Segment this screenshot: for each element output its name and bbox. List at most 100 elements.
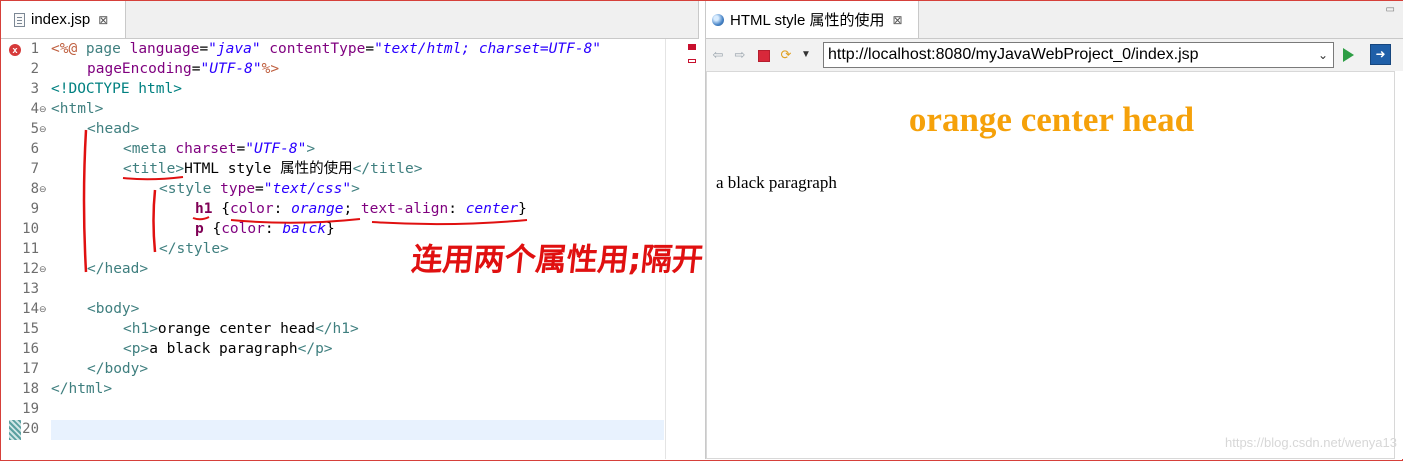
brace-close: } xyxy=(325,221,335,237)
line-number: 4 xyxy=(30,101,39,117)
css-val-orange: orange xyxy=(291,201,344,217)
attr-language: language xyxy=(129,41,200,57)
tab-label: index.jsp xyxy=(31,11,91,28)
watermark: https://blog.csdn.net/wenya13 xyxy=(1224,435,1397,450)
editor-pane: index.jsp ⊠ x 1 2 3 4 ⊖ 5 ⊖ 6 7 8 ⊖ 9 10 11 12 ⊖ 13 14 ⊖ 15… xyxy=(1,1,700,459)
tab-index-jsp[interactable]: index.jsp ⊠ xyxy=(1,1,126,38)
line-number: 8 xyxy=(30,181,39,197)
file-icon xyxy=(14,12,25,27)
code-line-18: </html> xyxy=(51,381,113,397)
line-number: 15 xyxy=(22,321,39,337)
rendered-heading: orange center head xyxy=(908,100,1195,139)
code-line-16: <p>a black paragraph</p> xyxy=(123,339,333,359)
tag-style-open: <style xyxy=(159,181,212,197)
code-line-15: <h1>orange center head</h1> xyxy=(123,319,359,339)
attr-pageencoding: pageEncoding xyxy=(87,61,192,77)
code-line-5: <head> xyxy=(87,121,140,137)
rendered-paragraph: a black paragraph xyxy=(716,173,837,192)
attr-contenttype: contentType xyxy=(269,41,366,57)
url-dropdown-icon[interactable]: ⌄ xyxy=(1318,43,1328,67)
line-number: 7 xyxy=(30,161,39,177)
jsp-directive-close: %> xyxy=(261,61,280,77)
val-type: "text/css" xyxy=(263,181,352,197)
fold-toggle-icon[interactable]: ⊖ xyxy=(39,299,47,319)
line-number: 6 xyxy=(30,141,39,157)
code-line-9: h1 {color: orange; text-align: center} xyxy=(195,201,527,217)
css-separator: ; xyxy=(343,201,361,217)
p-text: a black paragraph xyxy=(149,341,298,357)
css-val-center: center xyxy=(465,201,519,217)
maximize-icon[interactable]: ▭ xyxy=(1386,4,1395,15)
tag-h1-open: <h1> xyxy=(123,321,158,337)
line-number: 10 xyxy=(22,221,39,237)
attr-charset: charset xyxy=(175,141,237,157)
val-language: "java" xyxy=(208,41,261,57)
browser-pane: HTML style 属性的使用 ⊠ ▭ ⇦ ⇨ ⟳ ▼ http://loca… xyxy=(705,1,1403,459)
line-number: 9 xyxy=(30,201,39,217)
eq-sign: = xyxy=(365,41,375,57)
browser-tab-label: HTML style 属性的使用 xyxy=(730,12,885,29)
val-contenttype: "text/html; charset=UTF-8" xyxy=(374,41,602,57)
handwritten-annotation: 连用两个属性用;隔开 xyxy=(409,242,705,278)
url-text: http://localhost:8080/myJavaWebProject_0… xyxy=(828,46,1199,63)
tag-title-close: </title> xyxy=(352,161,423,177)
css-selector-h1: h1 xyxy=(195,201,213,217)
code-line-7: <title>HTML style 属性的使用</title> xyxy=(123,159,422,179)
forward-icon[interactable]: ⇨ xyxy=(732,47,748,63)
code-line-1: <%@ page language="java" contentType="te… xyxy=(51,39,601,59)
fold-toggle-icon[interactable]: ⊖ xyxy=(39,119,47,139)
code-line-12: </head> xyxy=(87,261,149,277)
close-icon[interactable]: ⊠ xyxy=(892,13,902,27)
eq-sign: = xyxy=(199,41,209,57)
fold-toggle-icon[interactable]: ⊖ xyxy=(39,259,47,279)
url-field[interactable]: http://localhost:8080/myJavaWebProject_0… xyxy=(823,42,1334,68)
eq-sign: = xyxy=(236,141,246,157)
line-number: 19 xyxy=(22,401,39,417)
code-line-14: <body> xyxy=(87,301,140,317)
warning-overview-marker[interactable] xyxy=(688,59,696,63)
line-number: 16 xyxy=(22,341,39,357)
code-line-10: p {color: balck} xyxy=(195,221,335,237)
brace-open: { xyxy=(203,221,222,237)
tag-title-open: <title> xyxy=(123,161,185,177)
tag-p-open: <p> xyxy=(123,341,150,357)
stop-icon[interactable] xyxy=(758,50,770,62)
tag-close: > xyxy=(306,141,316,157)
refresh-dropdown-icon[interactable]: ▼ xyxy=(798,47,814,63)
fold-toggle-icon[interactable]: ⊖ xyxy=(39,179,47,199)
open-external-browser-icon[interactable]: ➜ xyxy=(1370,44,1391,65)
line-number: 5 xyxy=(30,121,39,137)
title-text: HTML style 属性的使用 xyxy=(184,161,353,177)
line-number: 11 xyxy=(22,241,39,257)
h1-text: orange center head xyxy=(157,321,316,337)
tab-browser-page[interactable]: HTML style 属性的使用 ⊠ xyxy=(706,1,919,38)
back-icon[interactable]: ⇦ xyxy=(710,47,726,63)
code-line-4: <html> xyxy=(51,101,104,117)
val-pageencoding: "UTF-8" xyxy=(200,61,262,77)
tag-close: > xyxy=(351,181,360,197)
code-line-17: </body> xyxy=(87,361,149,377)
refresh-icon[interactable]: ⟳ xyxy=(778,47,794,63)
browser-toolbar: ⇦ ⇨ ⟳ ▼ http://localhost:8080/myJavaWebP… xyxy=(706,39,1403,71)
line-number: 17 xyxy=(22,361,39,377)
directive-name: page xyxy=(77,41,130,57)
line-number: 13 xyxy=(22,281,39,297)
css-prop-color: color xyxy=(221,221,265,237)
tag-h1-close: </h1> xyxy=(315,321,359,337)
line-number: 2 xyxy=(30,61,39,77)
code-line-11: </style> xyxy=(159,241,229,257)
code-line-2: pageEncoding="UTF-8"%> xyxy=(87,59,279,79)
line-number: 18 xyxy=(22,381,39,397)
fold-toggle-icon[interactable]: ⊖ xyxy=(39,99,47,119)
editor-tabbar: index.jsp ⊠ xyxy=(1,1,698,39)
jsp-directive-open: <%@ xyxy=(51,41,78,57)
val-charset: "UTF-8" xyxy=(245,141,307,157)
tag-p-close: </p> xyxy=(297,341,333,357)
error-overview-marker[interactable] xyxy=(688,44,696,50)
close-icon[interactable]: ⊠ xyxy=(98,13,108,27)
go-icon[interactable] xyxy=(1343,48,1354,62)
line-number: 12 xyxy=(22,261,39,277)
eq-sign: = xyxy=(255,181,264,197)
brace-close: } xyxy=(518,201,527,217)
css-selector-p: p xyxy=(195,221,204,237)
